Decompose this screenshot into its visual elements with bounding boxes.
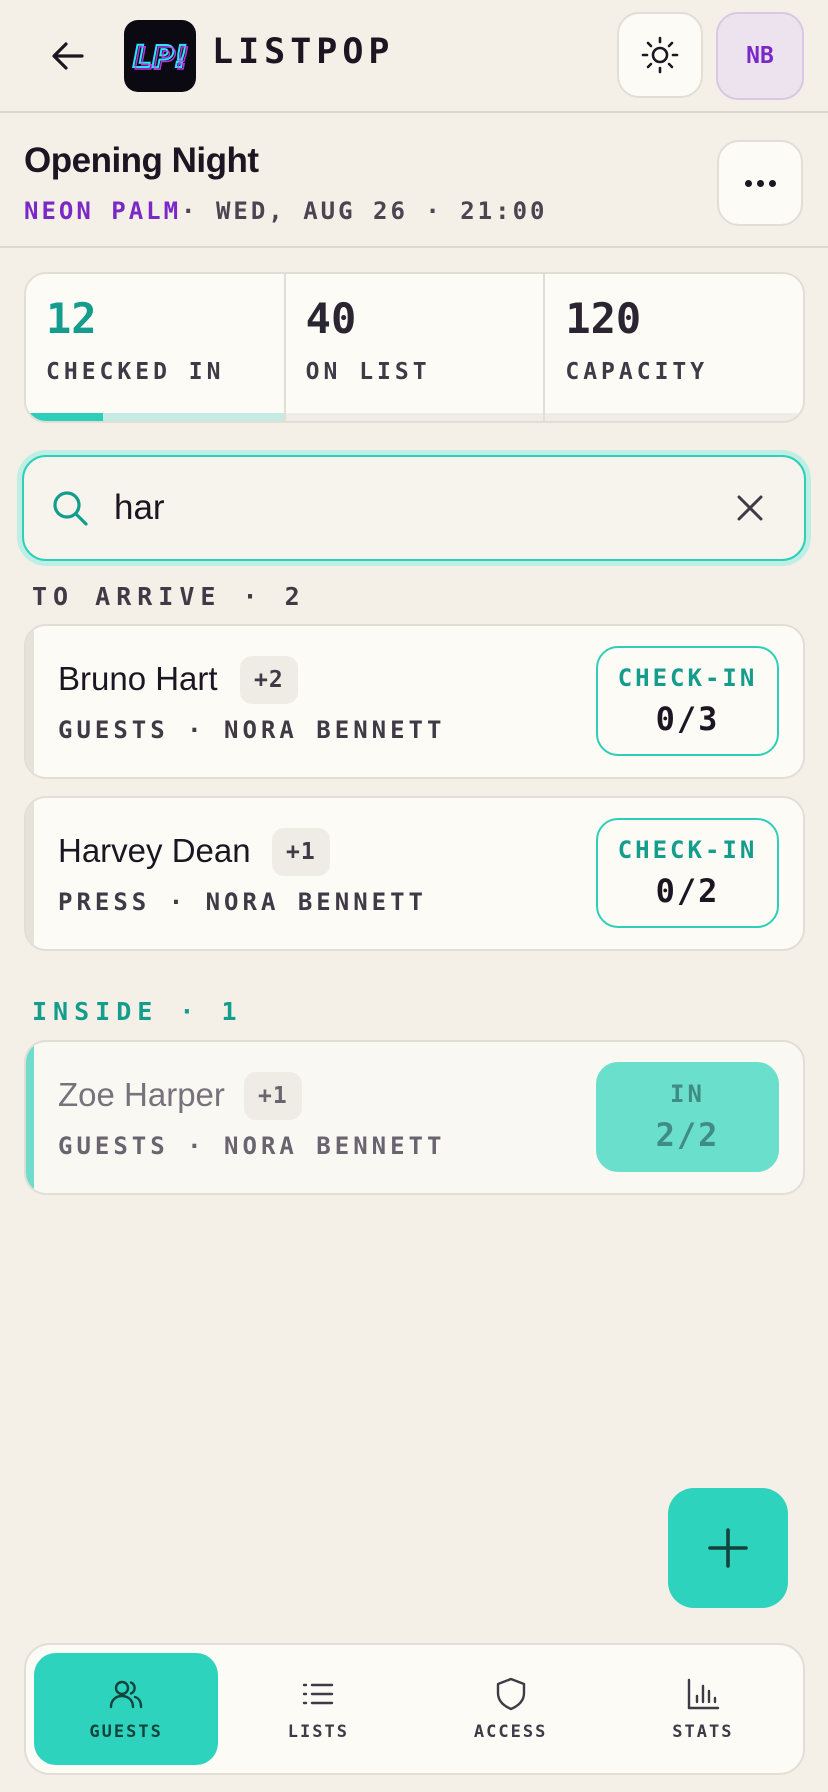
nav-label: STATS	[672, 1722, 734, 1742]
add-guest-button[interactable]	[668, 1488, 788, 1608]
stat-on-list: 40 ON LIST	[283, 274, 544, 421]
stat-value: 12	[46, 294, 97, 343]
guest-name: Bruno Hart	[58, 660, 218, 697]
nav-label: ACCESS	[473, 1722, 548, 1742]
checked-in-progress-bar	[26, 413, 284, 421]
nav-item-access[interactable]: ACCESS	[419, 1653, 603, 1765]
check-in-label: CHECK-IN	[617, 664, 758, 692]
guest-card[interactable]: Zoe Harper +1 GUESTS · NORA BENNETT IN 2…	[24, 1040, 805, 1195]
event-venue[interactable]: NEON PALM	[24, 197, 181, 225]
event-datetime: · WED, AUG 26 · 21:00	[181, 197, 548, 225]
shield-icon	[496, 1677, 525, 1711]
sun-icon	[641, 36, 679, 74]
guest-card[interactable]: Harvey Dean +1 PRESS · NORA BENNETT CHEC…	[24, 796, 805, 951]
event-meta: NEON PALM· WED, AUG 26 · 21:00	[24, 197, 547, 225]
stat-value: 40	[305, 294, 357, 343]
guest-list-info: PRESS · NORA BENNETT	[58, 888, 427, 916]
check-in-count: 2/2	[655, 1116, 720, 1154]
section-header-inside: INSIDE · 1	[32, 997, 243, 1026]
svg-text:LP!: LP!	[135, 42, 190, 77]
top-bar: LP! LP! LISTPOP NB	[0, 0, 828, 113]
guest-list-info: GUESTS · NORA BENNETT	[58, 716, 446, 744]
guest-name: Harvey Dean	[58, 832, 251, 869]
theme-toggle-button[interactable]	[617, 12, 703, 98]
list-icon	[303, 1683, 334, 1705]
search-bar	[22, 455, 806, 561]
check-in-count: 0/3	[655, 700, 720, 738]
guest-list-info: GUESTS · NORA BENNETT	[58, 1132, 446, 1160]
plus-ones-badge: +2	[240, 656, 298, 704]
event-header: Opening Night NEON PALM· WED, AUG 26 · 2…	[0, 113, 828, 248]
search-input[interactable]	[114, 488, 730, 528]
check-in-label: IN	[670, 1080, 705, 1108]
stat-label: ON LIST	[305, 359, 431, 385]
check-in-label: CHECK-IN	[617, 836, 758, 864]
stat-capacity: 120 CAPACITY	[543, 274, 803, 421]
section-header-to-arrive: TO ARRIVE · 2	[32, 582, 306, 611]
nav-item-lists[interactable]: LISTS	[226, 1653, 410, 1765]
plus-ones-badge: +1	[272, 828, 330, 876]
arrow-left-icon	[52, 42, 84, 70]
back-button[interactable]	[44, 36, 92, 76]
nav-item-stats[interactable]: STATS	[611, 1653, 795, 1765]
stat-label: CHECKED IN	[46, 359, 225, 385]
stat-value: 120	[565, 294, 642, 343]
plus-icon	[708, 1528, 748, 1568]
stats-card: 12 CHECKED IN 40 ON LIST 120 CAPACITY	[24, 272, 805, 423]
checked-in-status-button[interactable]: IN 2/2	[596, 1062, 779, 1172]
more-options-button[interactable]	[717, 140, 803, 226]
bottom-nav: GUESTS LISTS ACCESS STATS	[24, 1643, 805, 1775]
guest-name: Zoe Harper	[58, 1076, 225, 1113]
event-title: Opening Night	[24, 141, 259, 180]
search-icon	[53, 491, 88, 526]
nav-label: GUESTS	[89, 1722, 163, 1742]
nav-label: LISTS	[287, 1722, 349, 1742]
more-dots-icon	[744, 179, 752, 187]
check-in-count: 0/2	[655, 872, 720, 910]
plus-ones-badge: +1	[244, 1072, 302, 1120]
clear-search-icon[interactable]	[730, 488, 770, 528]
progress-fill	[26, 413, 104, 421]
brand-name: LISTPOP	[212, 32, 395, 72]
guest-card[interactable]: Bruno Hart +2 GUESTS · NORA BENNETT CHEC…	[24, 624, 805, 779]
bar-chart-icon	[687, 1678, 720, 1710]
app-logo: LP! LP!	[124, 20, 196, 92]
stat-checked-in: 12 CHECKED IN	[26, 274, 284, 421]
check-in-button[interactable]: CHECK-IN 0/2	[596, 818, 779, 928]
nav-item-guests[interactable]: GUESTS	[34, 1653, 219, 1765]
user-avatar[interactable]: NB	[716, 12, 804, 100]
check-in-button[interactable]: CHECK-IN 0/3	[596, 646, 779, 756]
users-icon	[109, 1680, 143, 1709]
stat-label: CAPACITY	[565, 359, 709, 385]
